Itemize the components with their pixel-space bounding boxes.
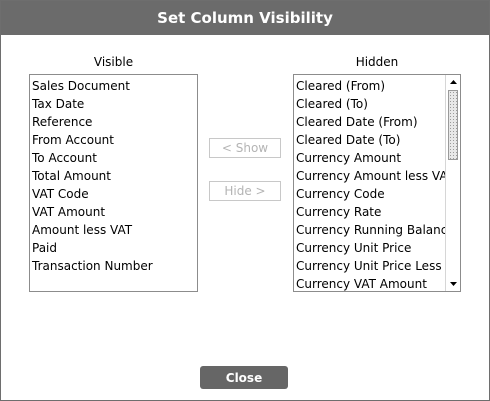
list-item[interactable]: Currency Code xyxy=(294,185,460,203)
list-item[interactable]: Currency Unit Price Less VAT xyxy=(294,257,460,275)
list-item[interactable]: Currency Rate xyxy=(294,203,460,221)
list-item[interactable]: Reference xyxy=(30,113,153,131)
list-item[interactable]: Total Amount xyxy=(30,167,153,185)
list-item[interactable]: From Account xyxy=(30,131,153,149)
list-item[interactable]: Transaction Number xyxy=(30,257,153,275)
hidden-columns-list[interactable]: Cleared (From) Cleared (To) Cleared Date (… xyxy=(293,74,461,292)
list-item[interactable]: Paid xyxy=(30,239,153,257)
list-item[interactable]: Cleared Date (From) xyxy=(294,113,460,131)
scrollbar-thumb[interactable] xyxy=(448,90,458,160)
dialog-title: Set Column Visibility xyxy=(1,1,489,35)
list-item[interactable]: Cleared Date (To) xyxy=(294,131,460,149)
hidden-list-scrollbar[interactable] xyxy=(445,75,460,291)
close-button[interactable]: Close xyxy=(200,366,288,389)
hide-button[interactable]: Hide > xyxy=(209,181,281,201)
scroll-down-arrow-icon[interactable] xyxy=(446,277,460,291)
list-item[interactable]: Tax Date xyxy=(30,95,153,113)
show-button[interactable]: < Show xyxy=(209,138,281,158)
visible-columns-list[interactable]: Sales Document Tax Date Reference From Acco… xyxy=(29,74,198,292)
visible-column-label: Visible xyxy=(93,55,134,69)
list-item[interactable]: Cleared (From) xyxy=(294,77,460,95)
list-item[interactable]: Currency Amount xyxy=(294,149,460,167)
list-item[interactable]: Currency Running Balance xyxy=(294,221,460,239)
list-item[interactable]: Cleared (To) xyxy=(294,95,460,113)
list-item[interactable]: To Account xyxy=(30,149,153,167)
list-item[interactable]: VAT Code xyxy=(30,185,153,203)
list-item[interactable]: VAT Amount xyxy=(30,203,153,221)
list-item[interactable]: Amount less VAT xyxy=(30,221,153,239)
list-item[interactable]: Currency Amount less VAT xyxy=(294,167,460,185)
set-column-visibility-dialog: Set Column Visibility Visible Hidden Sal… xyxy=(0,0,490,401)
scroll-up-arrow-icon[interactable] xyxy=(446,75,460,89)
list-item[interactable]: Sales Document xyxy=(30,77,153,95)
hidden-column-label: Hidden xyxy=(355,55,399,69)
list-item[interactable]: Currency VAT Amount xyxy=(294,275,460,291)
list-item[interactable]: Currency Unit Price xyxy=(294,239,460,257)
